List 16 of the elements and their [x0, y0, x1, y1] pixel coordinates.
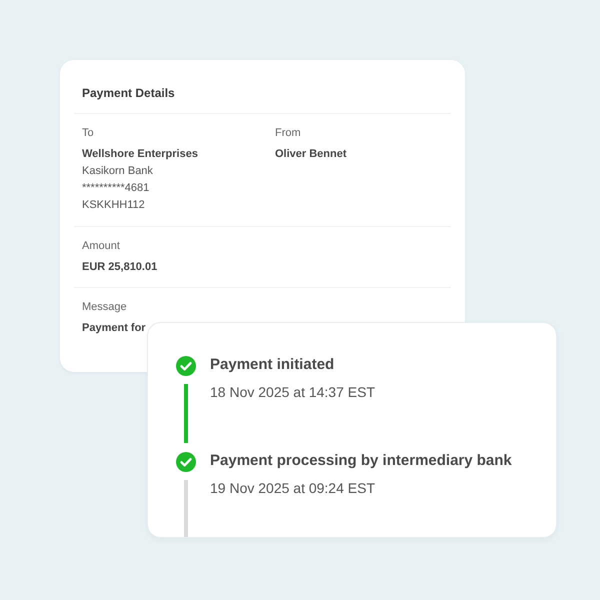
party-name: Wellshore Enterprises [82, 147, 199, 162]
field-label: To [82, 126, 95, 141]
party-detail: Kasikorn Bank [82, 164, 154, 179]
party-detail: KSKKHH112 [82, 198, 146, 213]
card-title: Payment Details [82, 86, 176, 100]
step-time: 18 Nov 2025 at 14:37 EST [210, 383, 375, 402]
field-label: From [275, 126, 302, 141]
party-detail: **********4681 [82, 181, 150, 196]
amount-value: EUR 25,810.01 [82, 260, 158, 275]
party-name: Oliver Bennet [275, 147, 348, 162]
step-title: Payment initiated [210, 355, 334, 375]
field-label: Amount [82, 239, 121, 254]
message-value: Payment for [82, 321, 147, 336]
field-label: Message [82, 300, 128, 315]
step-title: Payment processing by intermediary bank [210, 451, 512, 471]
step-time: 19 Nov 2025 at 09:24 EST [210, 479, 375, 498]
